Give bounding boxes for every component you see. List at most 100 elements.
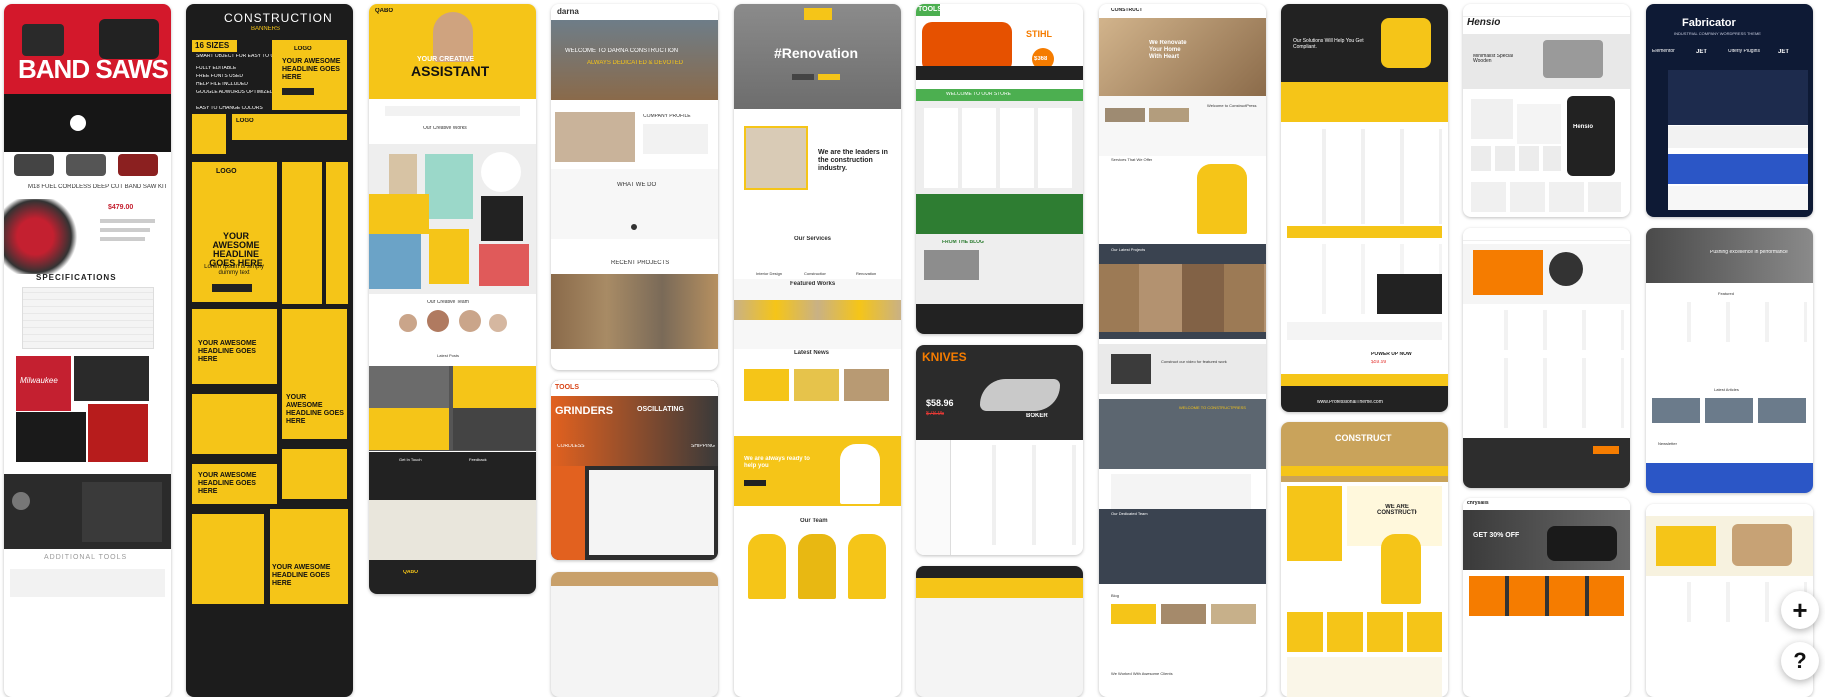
news-image-1[interactable] (744, 369, 789, 401)
product-image (4, 199, 82, 274)
feature-2: FULLY EDITABLE (196, 66, 237, 71)
card-hensio[interactable]: Hensio Minimalist Special Wooden Hensio (1463, 4, 1630, 217)
welcome-heading: Welcome to ConstructPress (1207, 104, 1257, 108)
blog-heading: FROM THE BLOG (942, 240, 984, 245)
services-row[interactable] (1287, 612, 1442, 652)
card-darna[interactable]: darna WELCOME TO DARNA CONSTRUCTION ALWA… (551, 4, 718, 370)
product-grid[interactable] (1469, 358, 1624, 428)
map[interactable] (369, 500, 536, 560)
brand-boker: BÖKER (1026, 413, 1048, 419)
help-button[interactable] (744, 480, 766, 486)
gallery-image-3 (16, 412, 86, 462)
news-image-3[interactable] (844, 369, 889, 401)
work-stationery[interactable] (425, 154, 473, 219)
footer-button[interactable] (1593, 446, 1619, 454)
tool-thumb-2[interactable] (66, 154, 106, 176)
card-bolster[interactable] (916, 566, 1083, 697)
service-1: Interior Design (756, 272, 783, 276)
blog-image[interactable] (924, 250, 979, 280)
tool-thumb-3[interactable] (118, 154, 158, 176)
categories[interactable] (1469, 310, 1624, 350)
card-renovation[interactable]: #Renovation We are the leaders in the co… (734, 4, 901, 697)
blog-image-2[interactable] (1161, 604, 1206, 624)
newsletter-heading: Newsletter (1658, 442, 1677, 446)
play-icon[interactable] (70, 115, 86, 131)
banner-cta[interactable] (282, 88, 314, 95)
sidebar-menu[interactable] (916, 440, 951, 555)
work-cup[interactable] (481, 152, 521, 192)
tool-thumb-1[interactable] (14, 154, 54, 176)
product-row-2[interactable] (1471, 182, 1621, 212)
card-construct[interactable]: CONSTRUCT WE ARE CONSTRUCTION (1281, 422, 1448, 697)
hero-text: We Renovate Your Home With Heart (1149, 40, 1187, 60)
hero-button-2[interactable] (818, 74, 840, 80)
work-sweater[interactable] (369, 234, 421, 289)
phone-mockup (1567, 96, 1615, 176)
product-grid[interactable] (956, 445, 1076, 545)
card-tools-store[interactable]: TOOLS STIHL $368 WELCOME TO OUR STORE FR… (916, 4, 1083, 334)
card-tools[interactable]: TOOLS GRINDERS OSCILLATING CORDLESS SHIP… (551, 380, 718, 560)
card-construction-banners[interactable]: CONSTRUCTION BANNERS 16 SIZES SMART OBJE… (186, 4, 353, 697)
team-heading: Our Team (800, 518, 828, 524)
services-heading: WHAT WE DO (617, 182, 657, 188)
feature-4: HELP FILE INCLUDED (196, 82, 248, 87)
product-grid[interactable] (1287, 129, 1442, 224)
nav-bar[interactable] (1281, 466, 1448, 476)
brand-logo: darna (557, 8, 579, 16)
blog-image-1[interactable] (1111, 604, 1156, 624)
add-button[interactable]: + (1781, 591, 1819, 629)
card-autoparts[interactable] (1463, 228, 1630, 488)
chainsaw-image (922, 22, 1012, 72)
post-3[interactable] (369, 408, 449, 450)
post-4[interactable] (453, 408, 536, 450)
projects-heading: Our Latest Projects (1111, 248, 1146, 252)
banner-cta-3[interactable] (212, 284, 252, 292)
banner-body-3: Lorem Ipsum is simply dummy text (204, 264, 264, 276)
card-buck[interactable] (551, 572, 718, 697)
featured-strip[interactable] (734, 300, 901, 320)
banner-skyscraper (282, 162, 322, 304)
card-knives[interactable]: KNIVES $58.96 $78.95 BÖKER (916, 345, 1083, 555)
product-row[interactable] (1471, 146, 1561, 171)
product-2[interactable] (1517, 104, 1561, 144)
product-grid[interactable] (924, 108, 1074, 188)
brand-stihl: STIHL (1026, 30, 1052, 39)
blog-image-3[interactable] (1211, 604, 1256, 624)
card-toolshop[interactable]: Our Solutions Will Help You Get Complian… (1281, 4, 1448, 412)
banner-headline: YOUR AWESOME HEADLINE GOES HERE (282, 58, 341, 81)
work-frame[interactable] (479, 244, 529, 286)
nav-bar (1463, 4, 1630, 17)
projects-gallery[interactable] (551, 274, 718, 349)
work-tshirt[interactable] (481, 196, 523, 241)
preview-hero (1668, 70, 1808, 125)
video-thumb[interactable] (1111, 354, 1151, 384)
category-bar[interactable] (916, 66, 1083, 80)
category-tiles[interactable] (1469, 576, 1624, 616)
work-yellow[interactable] (369, 194, 429, 234)
text-line (100, 228, 150, 232)
card-qabo[interactable]: QABO YOUR CREATIVE ASSISTANT Our Creativ… (369, 4, 536, 594)
promo-price: $368 (1034, 56, 1048, 62)
hero-tag: ALWAYS DEDICATED & DEVOTED (587, 60, 684, 66)
card-chrysalis[interactable]: chrysalis GET 30% OFF (1463, 498, 1630, 697)
work-tote[interactable] (389, 154, 417, 194)
work-can[interactable] (429, 229, 469, 284)
product-1[interactable] (1471, 99, 1513, 139)
help-text: We are always ready to help you (744, 456, 810, 469)
post-2[interactable] (453, 366, 536, 408)
brand-logo: TOOLS (918, 6, 942, 13)
post-1[interactable] (369, 366, 449, 408)
help-button[interactable]: ? (1781, 642, 1819, 680)
banner (916, 578, 1083, 598)
articles-row[interactable] (1652, 398, 1807, 423)
card-band-saws[interactable]: BAND SAWS M18 FUEL CORDLESS DEEP CUT BAN… (4, 4, 171, 697)
card-automotive[interactable]: Pushing excellence in performance Featur… (1646, 228, 1813, 493)
news-image-2[interactable] (794, 369, 839, 401)
product-grid[interactable] (1652, 302, 1807, 342)
card-fabricator[interactable]: Fabricator INDUSTRIAL COMPANY WORDPRESS … (1646, 4, 1813, 217)
sidebar-menu[interactable] (551, 466, 585, 560)
projects-gallery[interactable] (1099, 264, 1266, 332)
slider-dot[interactable] (631, 224, 637, 230)
card-constructpress[interactable]: CONSTRUCT We Renovate Your Home With Hea… (1099, 4, 1266, 697)
hero-button[interactable] (792, 74, 814, 80)
